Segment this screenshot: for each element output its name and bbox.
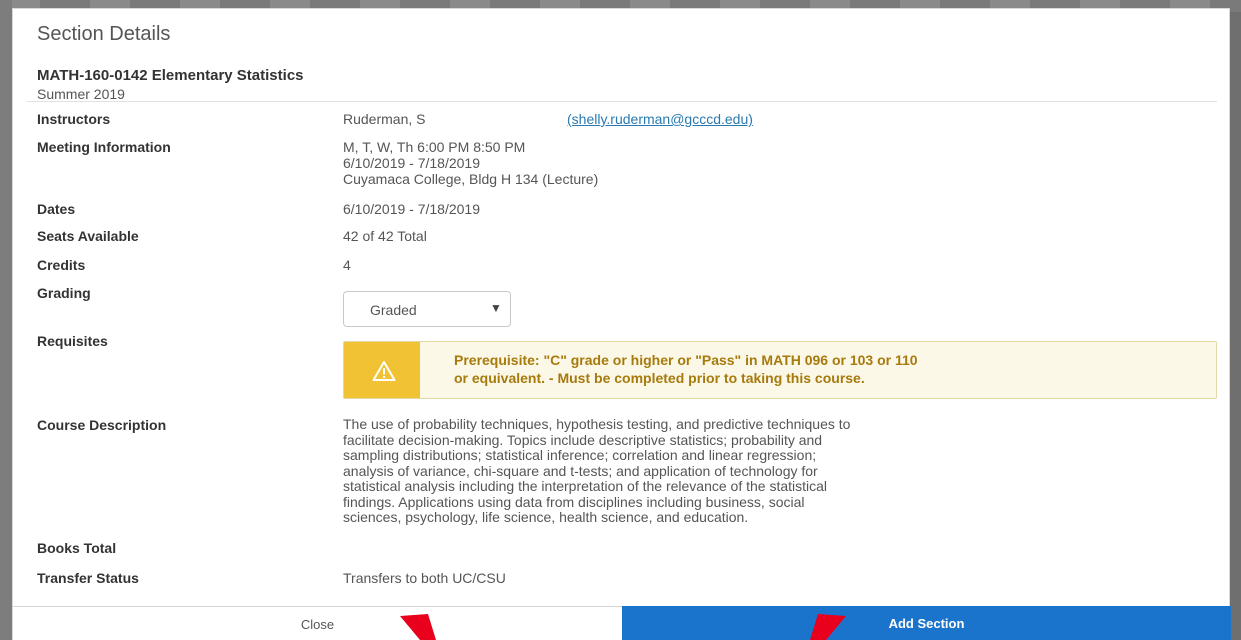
seats-label: Seats Available [37,228,139,244]
modal-title: Section Details [37,23,171,45]
section-header: MATH-160-0142 Elementary Statistics Summ… [37,67,304,102]
add-section-button[interactable]: Add Section [622,606,1231,640]
description-label: Course Description [37,417,167,433]
annotation-arrow-icon [400,614,436,640]
meeting-schedule: M, T, W, Th 6:00 PM 8:50 PM [343,139,526,155]
page-backdrop-left [0,0,12,640]
meeting-label: Meeting Information [37,139,171,155]
requisite-alert: Prerequisite: "C" grade or higher or "Pa… [343,341,1217,399]
section-details-modal: Section Details MATH-160-0142 Elementary… [12,8,1231,640]
requisite-text-line: Prerequisite: "C" grade or higher or "Pa… [454,352,918,368]
instructors-label: Instructors [37,111,111,127]
meeting-info: M, T, W, Th 6:00 PM 8:50 PM 6/10/2019 - … [343,139,598,187]
requisite-text: Prerequisite: "C" grade or higher or "Pa… [454,351,1204,387]
section-term: Summer 2019 [37,86,125,102]
close-button[interactable]: Close [13,606,622,640]
transfer-value: Transfers to both UC/CSU [343,570,506,586]
meeting-dates: 6/10/2019 - 7/18/2019 [343,155,481,171]
credits-value: 4 [343,257,351,273]
grading-label: Grading [37,285,91,301]
transfer-label: Transfer Status [37,570,139,586]
section-name: MATH-160-0142 Elementary Statistics [37,67,304,84]
description-line: analysis of variance, chi-square and t-t… [343,462,818,479]
credits-label: Credits [37,257,86,273]
description-line: statistical analysis including the inter… [343,478,828,494]
description-line: facilitate decision-making. Topics inclu… [343,431,823,448]
warning-triangle-icon [372,361,396,381]
grading-selected-value: Graded [370,302,417,318]
grading-select[interactable]: Graded ▼ [343,291,511,327]
dates-value: 6/10/2019 - 7/18/2019 [343,201,481,217]
requisites-label: Requisites [37,333,108,349]
meeting-location: Cuyamaca College, Bldg H 134 (Lecture) [343,171,599,187]
annotation-arrow-icon [810,614,846,640]
books-label: Books Total [37,540,117,556]
seats-value: 42 of 42 Total [343,228,427,244]
instructor-name: Ruderman, S [343,111,426,127]
dates-label: Dates [37,201,76,217]
caret-down-icon: ▼ [490,301,502,315]
description-line: The use of probability techniques, hypot… [343,416,851,432]
course-description: The use of probability techniques, hypot… [343,416,1217,526]
description-line: findings. Applications using data from d… [343,493,805,510]
description-line: sciences, psychology, life science, heal… [343,509,749,525]
warning-icon-cell [344,342,420,398]
header-divider [27,101,1217,102]
description-line: sampling distributions; statistical infe… [343,447,817,463]
instructor-email-link[interactable]: (shelly.ruderman@gcccd.edu) [567,111,753,127]
requisite-text-line: or equivalent. - Must be completed prior… [454,370,865,386]
